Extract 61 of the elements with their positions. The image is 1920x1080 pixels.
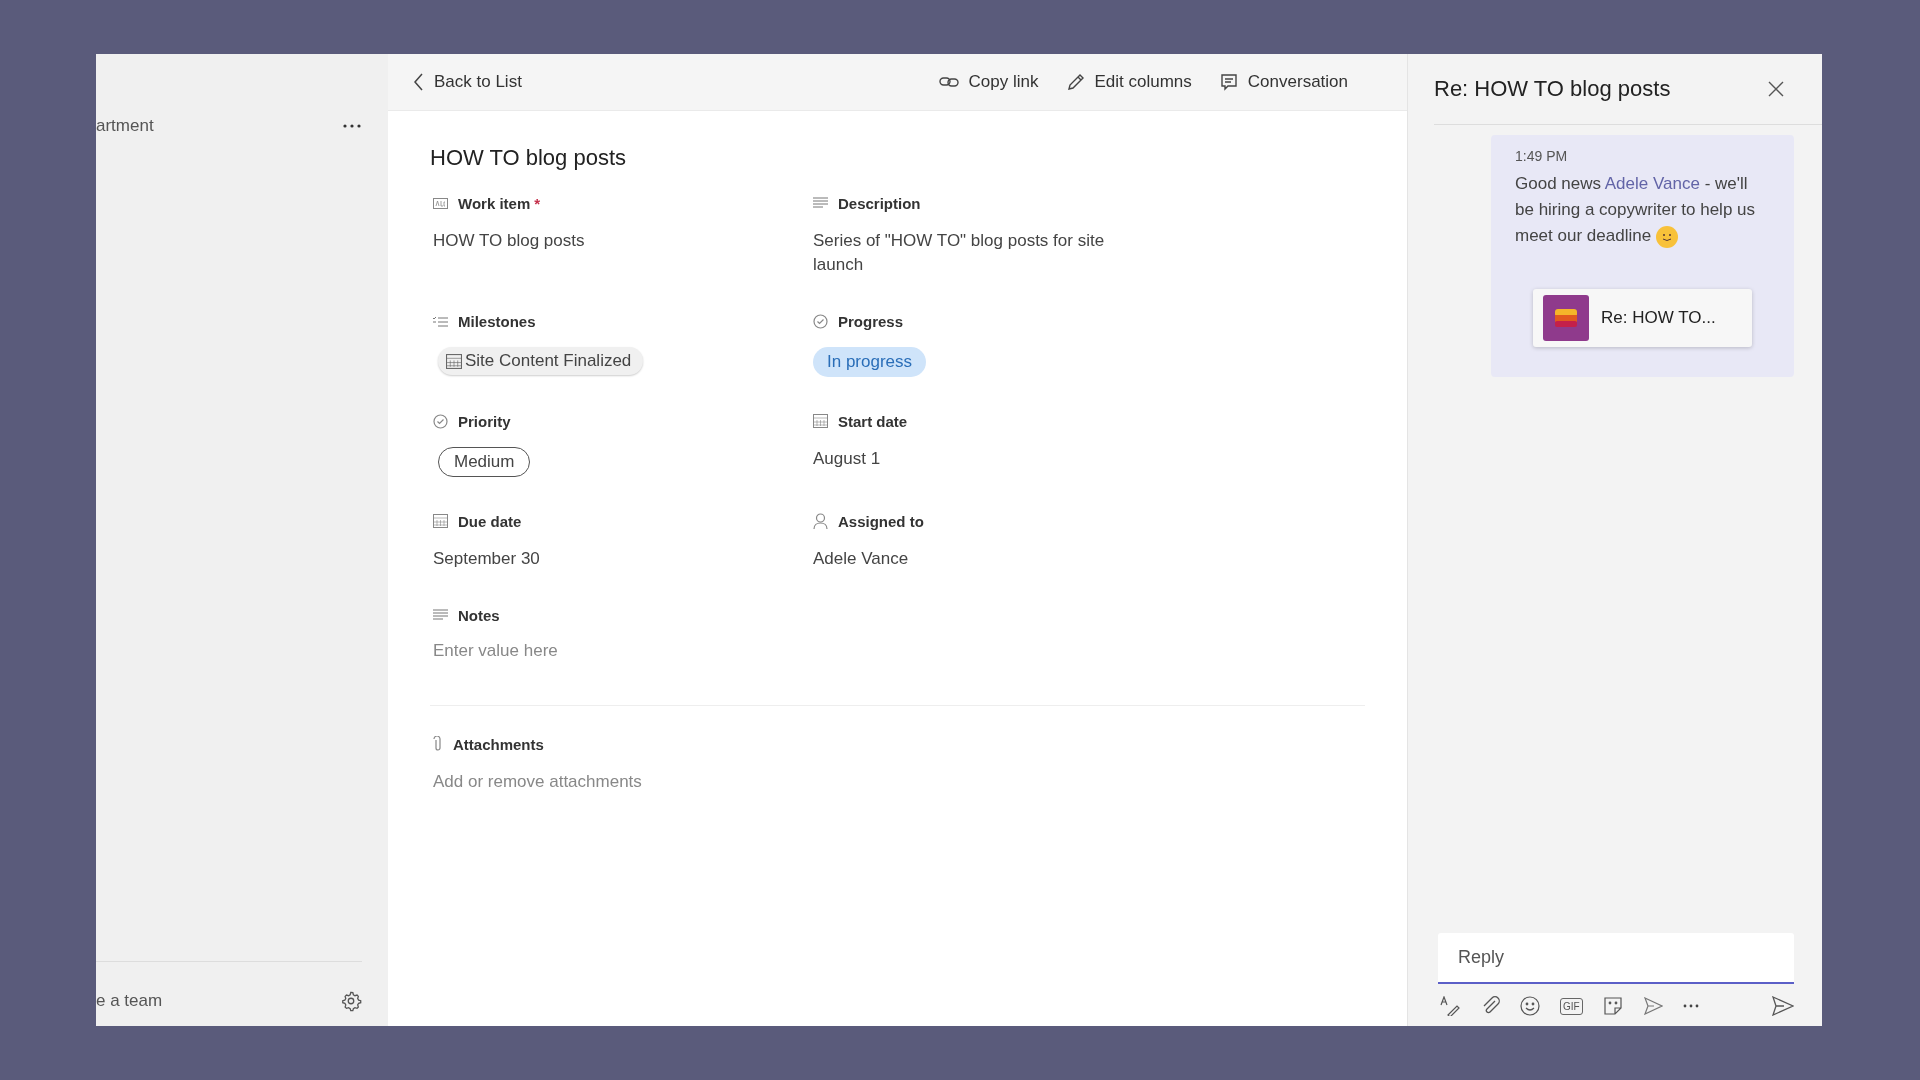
gif-button[interactable]: GIF <box>1560 997 1583 1015</box>
close-icon[interactable] <box>1768 81 1784 97</box>
toolbar-button[interactable]: Edit columns <box>1062 68 1196 96</box>
emoji-icon[interactable] <box>1520 996 1540 1016</box>
settings-icon[interactable] <box>340 990 362 1012</box>
back-button[interactable]: Back to List <box>410 68 526 96</box>
format-icon[interactable] <box>1440 996 1462 1016</box>
paperclip-icon <box>433 736 443 752</box>
message-card[interactable]: Re: HOW TO... <box>1533 289 1752 347</box>
message-time: 1:49 PM <box>1515 148 1568 164</box>
team-name[interactable]: artment <box>96 116 154 136</box>
toolbar-button[interactable]: Conversation <box>1215 68 1352 96</box>
smiley-icon <box>1655 225 1678 248</box>
paperclip-icon[interactable] <box>1482 996 1500 1016</box>
field-label: Due date <box>458 512 522 530</box>
link-icon <box>938 75 959 89</box>
field-label: Priority <box>458 412 511 430</box>
field-label: Work item <box>458 194 531 212</box>
message-text: Good news Adele Vance - we'll be hiring a copywriter to help us meet our deadline <box>1515 171 1770 249</box>
field-label: Notes <box>458 606 500 624</box>
chat-icon <box>1219 73 1238 91</box>
pencil-icon <box>1066 73 1085 91</box>
more-icon[interactable] <box>1682 1004 1699 1008</box>
field-value[interactable]: Adele Vance <box>813 547 1133 571</box>
field-label: Milestones <box>458 312 536 330</box>
field-label: Assigned to <box>838 512 924 530</box>
attachments-link[interactable]: Add or remove attachments <box>433 770 753 794</box>
calendar-icon <box>813 414 828 428</box>
calendar-icon <box>433 514 448 528</box>
conversation-title: Re: HOW TO blog posts <box>1434 76 1671 102</box>
toolbar-button[interactable]: Copy link <box>934 68 1043 96</box>
check-circle-icon <box>813 313 828 329</box>
send-icon[interactable] <box>1772 996 1794 1016</box>
mention-link[interactable]: Adele Vance <box>1604 174 1700 193</box>
calendar-icon <box>446 353 462 369</box>
field-value[interactable]: HOW TO blog posts <box>433 229 753 253</box>
field-label: Attachments <box>453 735 544 753</box>
field-label: Start date <box>838 412 908 430</box>
lines-icon <box>433 609 448 621</box>
join-team-link[interactable]: e a team <box>96 991 163 1011</box>
check-circle-icon <box>433 413 448 429</box>
field-value[interactable]: September 30 <box>433 547 753 571</box>
field-value[interactable]: August 1 <box>813 447 1133 471</box>
lines-icon <box>813 197 828 209</box>
more-icon[interactable] <box>343 124 361 128</box>
card-title: Re: HOW TO... <box>1601 308 1716 328</box>
checklist-icon <box>433 315 448 327</box>
required-mark: * <box>534 194 541 212</box>
person-icon <box>813 513 828 529</box>
sticker-icon[interactable] <box>1602 996 1623 1016</box>
play-icon[interactable] <box>1642 997 1663 1015</box>
milestone-tag[interactable]: Site Content Finalized <box>438 347 644 375</box>
text-field-icon <box>433 197 448 209</box>
field-label: Progress <box>838 312 904 330</box>
reply-field[interactable]: Reply <box>1438 933 1794 984</box>
item-title: HOW TO blog posts <box>430 145 628 171</box>
status-tag[interactable]: In progress <box>813 347 927 377</box>
field-label: Description <box>838 194 921 212</box>
field-value[interactable]: Series of "HOW TO" blog posts for site launch <box>813 229 1133 277</box>
app-tile-icon <box>1543 295 1589 341</box>
chevron-left-icon <box>414 73 424 91</box>
